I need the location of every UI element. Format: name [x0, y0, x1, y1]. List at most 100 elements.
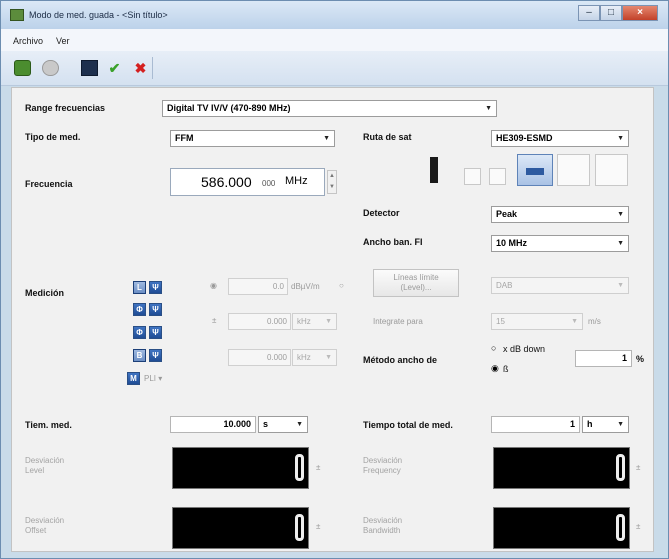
freq-offset-input[interactable]: 0.000	[228, 313, 291, 330]
frecuencia-label: Frecuencia	[25, 179, 73, 189]
bandwidth-unit-select[interactable]: kHz ▼	[292, 349, 337, 366]
freq-mode-icon[interactable]: Φ	[133, 303, 146, 316]
dropdown-arrow-icon: ▼	[485, 105, 492, 112]
application-window: Modo de med. guada - <Sin título> – □ × …	[0, 0, 669, 559]
toolbar: ✔ ✖	[1, 51, 668, 86]
range-value: Digital TV IV/V (470-890 MHz)	[167, 103, 291, 113]
frecuencia-suffix: 000	[262, 179, 276, 188]
tiempo-total-unit: h	[587, 419, 593, 429]
metodo-input[interactable]: 1	[575, 350, 632, 367]
limit-lines-label-2: (Level)...	[400, 283, 432, 292]
more-options[interactable]: PLI ▾	[144, 374, 162, 383]
caption-line: Desviación	[363, 516, 403, 525]
dropdown-arrow-icon: ▼	[617, 421, 624, 428]
deviation-offset-caption: Desviación Offset	[25, 516, 64, 536]
tipo-value: FFM	[175, 133, 194, 143]
bandwidth-option-icon[interactable]: Ψ	[149, 349, 162, 362]
beta-radio-icon[interactable]: ◉	[491, 363, 499, 374]
tiem-input[interactable]: 10.000	[170, 416, 256, 433]
deviation-level-caption: Desviación Level	[25, 456, 64, 476]
deviation-frequency-display	[493, 447, 630, 489]
antenna-icon[interactable]	[424, 154, 444, 186]
integrate-unit: m/s	[588, 317, 601, 326]
limit-lines-button[interactable]: Líneas límite (Level)...	[373, 269, 459, 297]
range-select[interactable]: Digital TV IV/V (470-890 MHz) ▼	[162, 100, 497, 117]
ancho-fi-label: Ancho ban. FI	[363, 237, 423, 247]
detector-select[interactable]: Peak ▼	[491, 206, 629, 223]
stop-icon[interactable]	[42, 60, 59, 76]
deviation-bandwidth-display	[493, 507, 630, 549]
integrate-value: 15	[496, 317, 505, 326]
integrate-select[interactable]: 15 ▼	[491, 313, 583, 330]
option-button-4[interactable]	[595, 154, 628, 186]
menu-bar: Archivo Ver	[1, 29, 668, 52]
menu-archivo[interactable]: Archivo	[13, 36, 43, 46]
frecuencia-value: 586.000	[201, 174, 252, 190]
option-button-3[interactable]	[557, 154, 590, 186]
digit-zero	[295, 454, 304, 481]
level-mode-icon[interactable]: L	[133, 281, 146, 294]
freq-offset-unit-select[interactable]: kHz ▼	[292, 313, 337, 330]
dab-value: DAB	[496, 281, 513, 290]
dropdown-arrow-icon: ▼	[617, 135, 624, 142]
settings-panel: Range frecuencias Digital TV IV/V (470-8…	[11, 87, 654, 552]
medicion-label: Medición	[25, 288, 65, 298]
receiver-icon[interactable]	[517, 154, 553, 186]
xdb-radio-icon[interactable]: ○	[491, 343, 496, 353]
tiempo-total-unit-select[interactable]: h ▼	[582, 416, 629, 433]
save-icon[interactable]	[81, 60, 98, 76]
caption-line: Desviación	[25, 456, 65, 465]
dropdown-arrow-icon: ▼	[323, 135, 330, 142]
caption-line: Desviación	[363, 456, 403, 465]
caption-line: Desviación	[25, 516, 65, 525]
tiempo-total-input[interactable]: 1	[491, 416, 580, 433]
cancel-icon[interactable]: ✖	[132, 60, 149, 76]
ruta-label: Ruta de sat	[363, 132, 412, 142]
tipo-label: Tipo de med.	[25, 132, 81, 142]
ruta-select[interactable]: HE309-ESMD ▼	[491, 130, 629, 147]
frecuencia-input[interactable]: 586.000 000 MHz	[170, 168, 325, 196]
dab-select[interactable]: DAB ▼	[491, 277, 629, 294]
modulation-icon[interactable]: M	[127, 372, 140, 385]
caption-line: Level	[25, 466, 45, 475]
caption-line: Frequency	[363, 466, 401, 475]
detector-label: Detector	[363, 208, 400, 218]
dropdown-arrow-icon: ▼	[571, 318, 578, 325]
tipo-select[interactable]: FFM ▼	[170, 130, 335, 147]
level-input[interactable]: 0.0	[228, 278, 288, 295]
limit-lines-label-1: Líneas límite	[393, 273, 439, 282]
tiem-unit-select[interactable]: s ▼	[258, 416, 308, 433]
level-unit: dBµV/m	[291, 282, 320, 291]
level-radio-2-icon[interactable]: ○	[339, 281, 344, 290]
ancho-fi-value: 10 MHz	[496, 238, 528, 248]
option-button-1[interactable]	[464, 168, 481, 185]
freq-option-icon[interactable]: Ψ	[149, 303, 162, 316]
tiempo-total-label: Tiempo total de med.	[363, 420, 453, 430]
minimize-button[interactable]: –	[578, 5, 600, 21]
caption-line: Offset	[25, 526, 47, 535]
level-option-icon[interactable]: Ψ	[149, 281, 162, 294]
phase-mode-icon[interactable]: Φ	[133, 326, 146, 339]
dropdown-arrow-icon: ▼	[296, 421, 303, 428]
maximize-button[interactable]: □	[600, 5, 622, 21]
bandwidth-mode-icon[interactable]: B	[133, 349, 146, 362]
beta-option-label: ß	[503, 364, 509, 374]
level-radio-icon[interactable]: ◉	[210, 281, 217, 290]
menu-ver[interactable]: Ver	[56, 36, 70, 46]
ancho-fi-select[interactable]: 10 MHz ▼	[491, 235, 629, 252]
dropdown-arrow-icon: ▼	[325, 318, 332, 325]
check-icon[interactable]: ✔	[106, 60, 123, 76]
ruta-value: HE309-ESMD	[496, 133, 553, 143]
dropdown-arrow-icon: ▼	[617, 282, 624, 289]
deviation-level-unit: ±	[316, 463, 321, 472]
bandwidth-input[interactable]: 0.000	[228, 349, 291, 366]
freq-sign: ±	[212, 316, 217, 325]
phase-option-icon[interactable]: Ψ	[149, 326, 162, 339]
run-icon[interactable]	[14, 60, 31, 76]
option-button-2[interactable]	[489, 168, 506, 185]
frecuencia-spinner[interactable]: ▲ ▼	[327, 170, 337, 194]
close-button[interactable]: ×	[622, 5, 658, 21]
dropdown-arrow-icon: ▼	[617, 240, 624, 247]
digit-zero	[295, 514, 304, 541]
deviation-offset-unit: ±	[316, 522, 321, 531]
